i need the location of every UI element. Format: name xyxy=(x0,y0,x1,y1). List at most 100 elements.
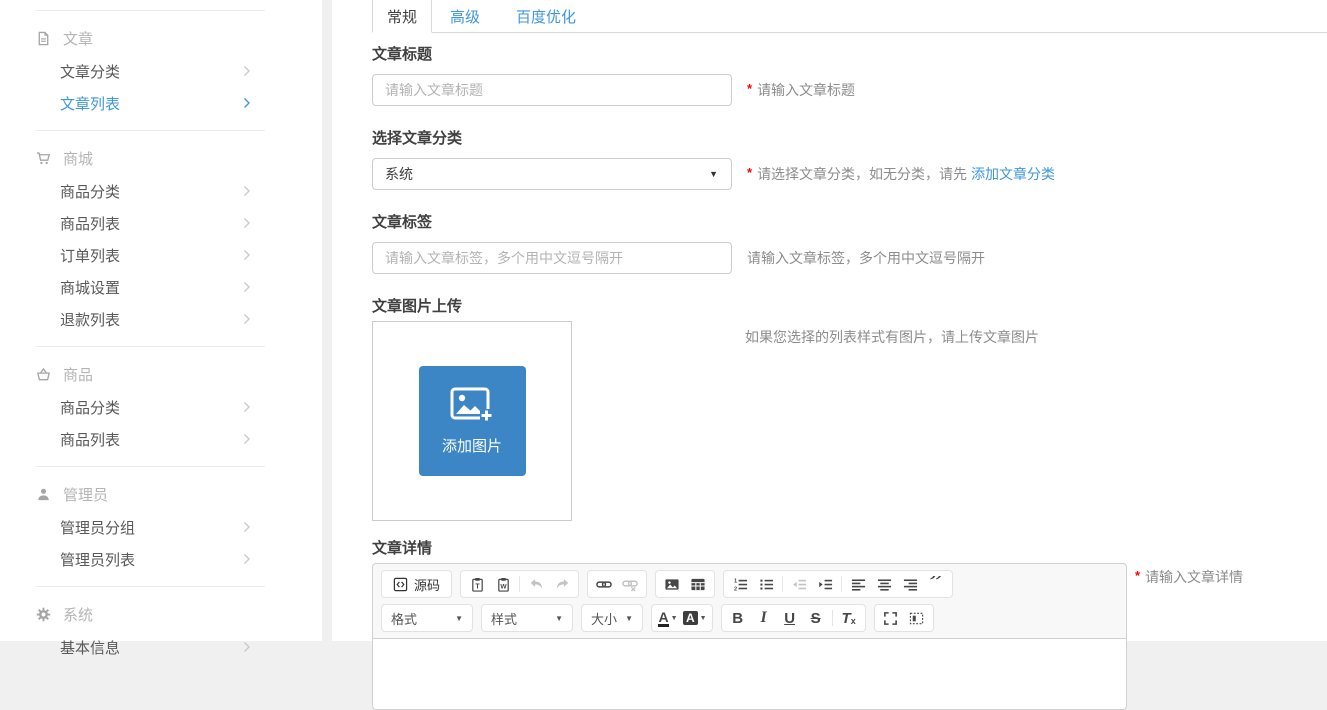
sidebar-header-label: 商品 xyxy=(63,364,93,385)
chevron-right-icon xyxy=(243,97,251,109)
sidebar-item-admin-group[interactable]: 管理员分组 xyxy=(36,511,265,543)
category-select[interactable]: 系统 ▼ xyxy=(372,158,732,190)
paste-from-word-button[interactable]: W xyxy=(490,572,516,596)
remove-format-icon: Tx xyxy=(842,610,856,627)
caret-down-icon: ▼ xyxy=(555,614,563,623)
sidebar-item-article-category[interactable]: 文章分类 xyxy=(36,55,265,87)
chevron-right-icon xyxy=(243,217,251,229)
size-dropdown[interactable]: 大小 ▼ xyxy=(581,604,643,632)
blockquote-icon: ” xyxy=(930,576,943,592)
sidebar-item-order-list[interactable]: 订单列表 xyxy=(36,239,265,271)
background-color-button[interactable]: A ▼ xyxy=(681,606,709,630)
chevron-right-icon xyxy=(243,401,251,413)
bulleted-list-button[interactable] xyxy=(753,572,779,596)
sidebar-header-label: 管理员 xyxy=(63,484,108,505)
admin-user-icon xyxy=(36,487,51,502)
sidebar-item-mall-goods-list[interactable]: 商品列表 xyxy=(36,207,265,239)
sidebar-header-article[interactable]: 文章 xyxy=(36,22,265,55)
form-row-title: 文章标题 *请输入文章标题 xyxy=(372,46,1327,106)
tab-general[interactable]: 常规 xyxy=(372,0,432,33)
text-color-icon: A xyxy=(658,610,668,627)
align-right-button[interactable] xyxy=(897,572,923,596)
goods-basket-icon xyxy=(36,367,51,382)
required-asterisk: * xyxy=(747,165,752,180)
category-select-value: 系统 xyxy=(385,164,413,184)
tags-label: 文章标签 xyxy=(372,214,1327,232)
align-left-button[interactable] xyxy=(845,572,871,596)
chevron-right-icon xyxy=(243,641,251,653)
title-hint: *请输入文章标题 xyxy=(747,80,855,100)
insert-table-button[interactable] xyxy=(685,572,711,596)
undo-button[interactable] xyxy=(523,572,549,596)
add-image-button-label: 添加图片 xyxy=(442,435,502,456)
form-row-image: 文章图片上传 xyxy=(372,298,1327,521)
sidebar-header-mall[interactable]: 商城 xyxy=(36,142,265,175)
rich-text-editor: 源码 T W xyxy=(372,563,1127,710)
mall-cart-icon xyxy=(36,151,51,166)
tab-bar: 常规 高级 百度优化 xyxy=(372,0,1327,33)
numbered-list-button[interactable]: 12 xyxy=(727,572,753,596)
caret-down-icon: ▼ xyxy=(625,614,633,623)
add-category-link[interactable]: 添加文章分类 xyxy=(971,166,1055,182)
caret-down-icon: ▼ xyxy=(700,615,707,622)
svg-text:T: T xyxy=(475,583,480,590)
redo-button[interactable] xyxy=(549,572,575,596)
caret-down-icon: ▼ xyxy=(709,169,718,179)
category-hint: *请选择文章分类，如无分类，请先添加文章分类 xyxy=(747,164,1055,184)
sidebar-header-goods[interactable]: 商品 xyxy=(36,358,265,391)
align-center-button[interactable] xyxy=(871,572,897,596)
detail-label: 文章详情 xyxy=(372,540,1327,558)
sidebar-item-mall-goods-category[interactable]: 商品分类 xyxy=(36,175,265,207)
sidebar-item-refund-list[interactable]: 退款列表 xyxy=(36,303,265,335)
sidebar-header-label: 商城 xyxy=(63,148,93,169)
text-color-button[interactable]: A ▼ xyxy=(655,606,681,630)
sidebar-item-goods-category[interactable]: 商品分类 xyxy=(36,391,265,423)
format-dropdown[interactable]: 格式 ▼ xyxy=(381,604,473,632)
increase-indent-button[interactable] xyxy=(812,572,838,596)
sidebar-item-article-list[interactable]: 文章列表 xyxy=(36,87,265,119)
maximize-button[interactable] xyxy=(878,606,904,630)
sidebar-item-basic-info[interactable]: 基本信息 xyxy=(36,631,265,663)
underline-button[interactable]: U xyxy=(777,606,803,630)
blockquote-button[interactable]: ” xyxy=(923,572,949,596)
image-upload-box[interactable]: 添加图片 xyxy=(372,321,572,521)
italic-button[interactable]: I xyxy=(751,606,777,630)
article-icon xyxy=(36,31,51,46)
link-button[interactable] xyxy=(591,572,617,596)
svg-text:1: 1 xyxy=(733,578,736,584)
unlink-button[interactable] xyxy=(617,572,643,596)
strikethrough-icon: S xyxy=(811,610,821,627)
sidebar-item-goods-list[interactable]: 商品列表 xyxy=(36,423,265,455)
article-form: 文章标题 *请输入文章标题 选择文章分类 系统 ▼ *请选择文章分类，如无分类，… xyxy=(372,46,1327,710)
decrease-indent-button[interactable] xyxy=(786,572,812,596)
required-asterisk: * xyxy=(747,81,752,96)
add-image-button[interactable]: 添加图片 xyxy=(419,366,526,476)
tab-baidu-seo[interactable]: 百度优化 xyxy=(498,0,594,32)
show-blocks-button[interactable] xyxy=(904,606,930,630)
source-button[interactable]: 源码 xyxy=(385,572,448,596)
sidebar-section-mall: 商城 商品分类 商品列表 订单列表 商城设置 退款列表 xyxy=(36,130,265,346)
sidebar-item-admin-list[interactable]: 管理员列表 xyxy=(36,543,265,575)
bold-button[interactable]: B xyxy=(725,606,751,630)
sidebar-header-system[interactable]: 系统 xyxy=(36,598,265,631)
main-panel: 常规 高级 百度优化 文章标题 *请输入文章标题 选择文章分类 系统 ▼ *请选… xyxy=(332,0,1327,641)
italic-icon: I xyxy=(760,609,766,627)
insert-image-button[interactable] xyxy=(659,572,685,596)
strikethrough-button[interactable]: S xyxy=(803,606,829,630)
tab-advanced[interactable]: 高级 xyxy=(432,0,498,32)
caret-down-icon: ▼ xyxy=(671,615,678,622)
paste-as-text-button[interactable]: T xyxy=(464,572,490,596)
title-input[interactable] xyxy=(372,74,732,106)
remove-format-button[interactable]: Tx xyxy=(836,606,862,630)
styles-dropdown[interactable]: 样式 ▼ xyxy=(481,604,573,632)
sidebar-header-admin[interactable]: 管理员 xyxy=(36,478,265,511)
system-gear-icon xyxy=(36,607,51,622)
sidebar-section-article: 文章 文章分类 文章列表 xyxy=(36,10,265,130)
form-row-detail: 文章详情 源码 T W xyxy=(372,540,1327,710)
chevron-right-icon xyxy=(243,185,251,197)
tags-input[interactable] xyxy=(372,242,732,274)
add-image-icon xyxy=(449,386,495,426)
sidebar-item-mall-settings[interactable]: 商城设置 xyxy=(36,271,265,303)
editor-content-area[interactable] xyxy=(373,638,1126,709)
chevron-right-icon xyxy=(243,249,251,261)
